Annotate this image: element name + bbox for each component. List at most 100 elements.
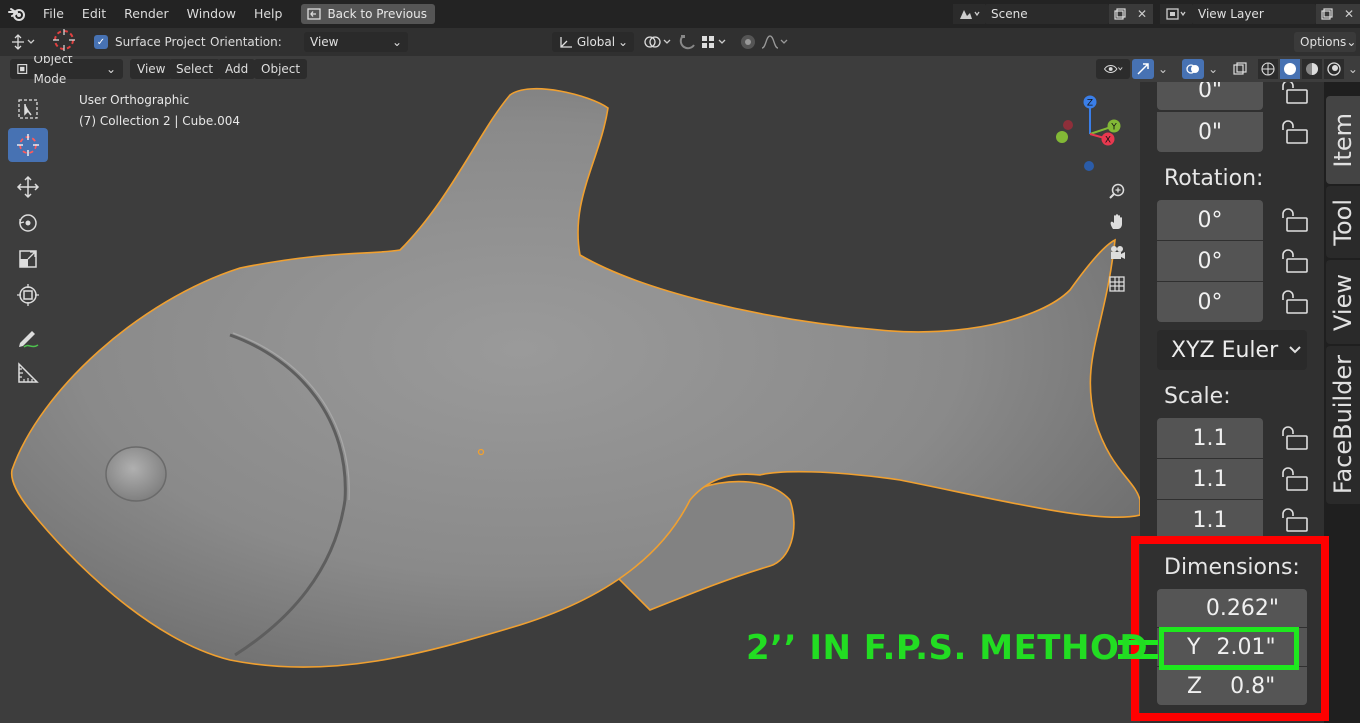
add-menu[interactable]: Add bbox=[218, 59, 256, 79]
close-scene-icon[interactable]: ✕ bbox=[1131, 4, 1153, 24]
rotation-mode-dropdown[interactable]: XYZ Euler bbox=[1157, 330, 1307, 370]
wireframe-shading-icon[interactable] bbox=[1257, 59, 1278, 79]
annotate-tool-icon[interactable] bbox=[8, 320, 48, 354]
chevron-down-icon: ⌄ bbox=[391, 35, 402, 49]
copy-scene-icon[interactable] bbox=[1109, 4, 1131, 24]
overlays-toggle-icon[interactable] bbox=[1182, 59, 1205, 79]
tab-facebuilder[interactable]: FaceBuilder bbox=[1326, 346, 1360, 504]
location-y-field[interactable]: 0" bbox=[1157, 82, 1263, 110]
navigation-gizmo[interactable]: Z Y X bbox=[1050, 92, 1130, 174]
orientation-label: Orientation: bbox=[210, 35, 282, 49]
gizmo-toggle-icon[interactable] bbox=[1132, 59, 1154, 79]
scale-y-field[interactable]: 1.1 bbox=[1157, 459, 1263, 499]
mode-label: Object Mode bbox=[33, 56, 73, 86]
select-menu[interactable]: Select bbox=[169, 59, 221, 79]
view-layer-name-field[interactable]: View Layer bbox=[1192, 4, 1316, 24]
scene-name-field[interactable]: Scene bbox=[985, 4, 1109, 24]
camera-icon[interactable] bbox=[1105, 241, 1129, 265]
lock-icon[interactable] bbox=[1279, 82, 1309, 106]
rotation-label: Rotation: bbox=[1164, 166, 1264, 191]
scale-z-field[interactable]: 1.1 bbox=[1157, 500, 1263, 540]
rotation-y-field[interactable]: 0° bbox=[1157, 241, 1263, 281]
snap-grid-icon bbox=[702, 36, 726, 48]
rotation-x-field[interactable]: 0° bbox=[1157, 200, 1263, 240]
lock-icon[interactable] bbox=[1279, 467, 1309, 493]
pivot-point-dropdown[interactable] bbox=[642, 32, 674, 52]
tab-tool[interactable]: Tool bbox=[1326, 186, 1360, 258]
ortho-grid-icon[interactable] bbox=[1105, 272, 1129, 296]
rotation-mode-value: XYZ Euler bbox=[1171, 337, 1279, 363]
back-to-previous-button[interactable]: Back to Previous bbox=[301, 4, 435, 24]
object-menu[interactable]: Object bbox=[254, 59, 308, 79]
options-dropdown[interactable]: Options ⌄ bbox=[1294, 32, 1356, 52]
y-dimension-highlight-box bbox=[1159, 627, 1299, 670]
surface-project-checkbox[interactable]: ✓ Surface Project bbox=[94, 32, 206, 52]
tab-view[interactable]: View bbox=[1326, 260, 1360, 344]
orientation-dropdown[interactable]: View ⌄ bbox=[304, 32, 408, 52]
falloff-dropdown[interactable] bbox=[760, 32, 792, 52]
orientation-value: View bbox=[310, 35, 339, 49]
menu-render[interactable]: Render bbox=[115, 0, 178, 28]
location-z-field[interactable]: 0" bbox=[1157, 112, 1263, 152]
scale-label: Scale: bbox=[1164, 384, 1231, 409]
snap-target-dropdown[interactable] bbox=[700, 32, 732, 52]
cursor-tool-button-icon[interactable] bbox=[8, 128, 48, 162]
view-layer-selector[interactable]: View Layer ✕ bbox=[1160, 4, 1360, 24]
close-view-layer-icon[interactable]: ✕ bbox=[1338, 4, 1360, 24]
select-box-tool-icon[interactable] bbox=[8, 92, 48, 126]
menu-help[interactable]: Help bbox=[245, 0, 292, 28]
lock-icon[interactable] bbox=[1279, 508, 1309, 534]
visibility-dropdown[interactable] bbox=[1096, 59, 1130, 79]
surface-project-label: Surface Project bbox=[115, 35, 206, 49]
lock-icon[interactable] bbox=[1279, 426, 1309, 452]
shading-controls: ⌄ bbox=[1230, 59, 1358, 79]
transform-tool-icon[interactable] bbox=[8, 278, 48, 312]
rotation-z-field[interactable]: 0° bbox=[1157, 282, 1263, 322]
menu-edit[interactable]: Edit bbox=[73, 0, 115, 28]
chevron-down-icon[interactable]: ⌄ bbox=[1158, 62, 1168, 76]
global-axis-icon bbox=[560, 37, 572, 48]
snap-toggle-icon[interactable] bbox=[678, 32, 698, 52]
menu-file[interactable]: File bbox=[34, 0, 73, 28]
blender-logo-icon[interactable] bbox=[0, 0, 34, 28]
hand-pan-icon[interactable] bbox=[1105, 210, 1129, 234]
zoom-icon[interactable] bbox=[1105, 179, 1129, 203]
chevron-down-icon bbox=[1289, 346, 1301, 354]
transform-orientation-value: Global bbox=[576, 35, 616, 49]
tab-item[interactable]: Item bbox=[1326, 96, 1360, 184]
tab-facebuilder-label: FaceBuilder bbox=[1329, 355, 1357, 495]
rendered-shading-icon[interactable] bbox=[1323, 59, 1344, 79]
xray-toggle-icon[interactable] bbox=[1230, 59, 1250, 79]
tab-tool-label: Tool bbox=[1329, 198, 1357, 246]
solid-shading-icon[interactable] bbox=[1279, 59, 1300, 79]
measure-tool-icon[interactable] bbox=[8, 356, 48, 390]
tab-item-label: Item bbox=[1329, 112, 1357, 168]
scene-selector[interactable]: Scene ✕ bbox=[953, 4, 1153, 24]
scale-x-field[interactable]: 1.1 bbox=[1157, 418, 1263, 458]
top-menu-bar: File Edit Render Window Help Back to Pre… bbox=[0, 0, 1360, 28]
checkbox-check-icon: ✓ bbox=[94, 35, 108, 49]
lock-icon[interactable] bbox=[1279, 208, 1309, 234]
mode-dropdown[interactable]: Object Mode ⌄ bbox=[10, 56, 123, 86]
material-shading-icon[interactable] bbox=[1301, 59, 1322, 79]
transform-orientation-dropdown[interactable]: Global ⌄ bbox=[552, 32, 634, 52]
lock-icon[interactable] bbox=[1279, 120, 1309, 146]
chevron-down-icon[interactable]: ⌄ bbox=[1208, 62, 1218, 76]
menu-window[interactable]: Window bbox=[178, 0, 245, 28]
3d-viewport[interactable]: Object Mode ⌄ View Select Add Object Use… bbox=[0, 56, 1140, 723]
scale-tool-icon[interactable] bbox=[8, 242, 48, 276]
fish-model[interactable] bbox=[0, 56, 1140, 723]
chevron-down-icon[interactable]: ⌄ bbox=[1348, 62, 1358, 76]
copy-view-layer-icon[interactable] bbox=[1316, 4, 1338, 24]
rotate-tool-icon[interactable] bbox=[8, 206, 48, 240]
tool-options-dropdown[interactable] bbox=[9, 32, 37, 52]
tab-view-label: View bbox=[1329, 273, 1357, 331]
move-tool-icon[interactable] bbox=[8, 170, 48, 204]
lock-icon[interactable] bbox=[1279, 249, 1309, 275]
cursor-tool-icon[interactable] bbox=[52, 29, 76, 51]
viewport-header: Object Mode ⌄ View Select Add Object bbox=[0, 56, 1140, 86]
lock-icon[interactable] bbox=[1279, 290, 1309, 316]
proportional-editing-icon[interactable] bbox=[738, 32, 758, 52]
view-layer-icon bbox=[1160, 4, 1192, 24]
view-menu[interactable]: View bbox=[130, 59, 173, 79]
